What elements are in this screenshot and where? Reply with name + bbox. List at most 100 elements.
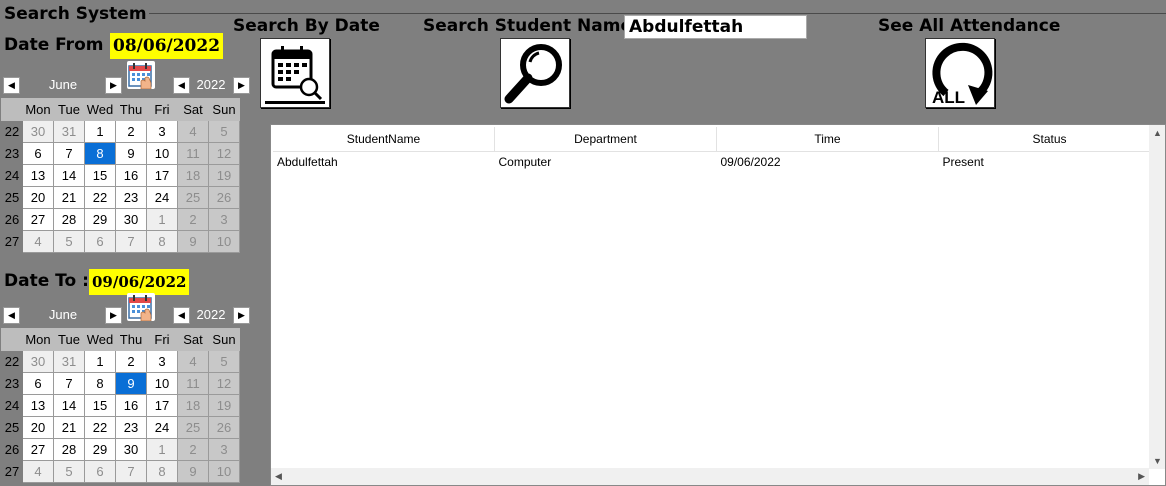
next-year-button[interactable]: ▶ [233, 307, 250, 324]
day-cell[interactable]: 20 [22, 186, 54, 209]
day-cell[interactable]: 7 [53, 142, 85, 165]
day-cell[interactable]: 8 [84, 372, 116, 395]
month-label[interactable]: June [23, 77, 103, 93]
day-cell[interactable]: 28 [53, 208, 85, 231]
next-year-button[interactable]: ▶ [233, 77, 250, 94]
next-month-button[interactable]: ▶ [105, 307, 122, 324]
column-header[interactable]: Status [938, 127, 1161, 152]
day-cell[interactable]: 4 [22, 230, 54, 253]
day-cell[interactable]: 14 [53, 164, 85, 187]
day-cell[interactable]: 10 [146, 372, 178, 395]
day-cell[interactable]: 23 [115, 416, 147, 439]
day-cell[interactable]: 27 [22, 438, 54, 461]
column-header[interactable]: Time [716, 127, 939, 152]
calendar-to[interactable]: ◀ June ▶ ◀ 2022 ▶ Mon Tue Wed Thu Fri Sat Sun 2… [1, 304, 250, 486]
day-cell[interactable]: 22 [84, 416, 116, 439]
day-cell[interactable]: 9 [177, 460, 209, 483]
day-cell[interactable]: 6 [22, 372, 54, 395]
selected-day-cell[interactable]: 9 [115, 372, 147, 395]
day-cell[interactable]: 2 [177, 438, 209, 461]
day-cell[interactable]: 30 [22, 120, 54, 143]
attendance-grid[interactable]: StudentName Department Time Status Abdulfett… [270, 124, 1166, 486]
day-cell[interactable]: 3 [208, 438, 240, 461]
scroll-right-icon[interactable]: ▶ [1138, 471, 1145, 482]
next-month-button[interactable]: ▶ [105, 77, 122, 94]
day-cell[interactable]: 11 [177, 142, 209, 165]
selected-day-cell[interactable]: 8 [84, 142, 116, 165]
day-cell[interactable]: 1 [146, 208, 178, 231]
day-cell[interactable]: 17 [146, 394, 178, 417]
calendar-to-icon[interactable] [127, 293, 155, 322]
day-cell[interactable]: 6 [22, 142, 54, 165]
day-cell[interactable]: 1 [146, 438, 178, 461]
day-cell[interactable]: 29 [84, 208, 116, 231]
day-cell[interactable]: 4 [177, 120, 209, 143]
day-cell[interactable]: 24 [146, 416, 178, 439]
day-cell[interactable]: 7 [53, 372, 85, 395]
day-cell[interactable]: 25 [177, 416, 209, 439]
day-cell[interactable]: 31 [53, 350, 85, 373]
day-cell[interactable]: 5 [208, 120, 240, 143]
day-cell[interactable]: 2 [115, 350, 147, 373]
day-cell[interactable]: 21 [53, 186, 85, 209]
day-cell[interactable]: 13 [22, 164, 54, 187]
day-cell[interactable]: 3 [146, 120, 178, 143]
day-cell[interactable]: 30 [115, 208, 147, 231]
day-cell[interactable]: 11 [177, 372, 209, 395]
day-cell[interactable]: 4 [22, 460, 54, 483]
day-cell[interactable]: 10 [208, 460, 240, 483]
day-cell[interactable]: 24 [146, 186, 178, 209]
day-cell[interactable]: 1 [84, 120, 116, 143]
day-cell[interactable]: 14 [53, 394, 85, 417]
day-cell[interactable]: 21 [53, 416, 85, 439]
day-cell[interactable]: 10 [208, 230, 240, 253]
day-cell[interactable]: 8 [146, 230, 178, 253]
day-cell[interactable]: 12 [208, 142, 240, 165]
day-cell[interactable]: 28 [53, 438, 85, 461]
day-cell[interactable]: 5 [53, 230, 85, 253]
calendar-from-icon[interactable] [127, 61, 155, 90]
calendar-from[interactable]: ◀ June ▶ ◀ 2022 ▶ Mon Tue Wed Thu Fri Sat Sun 2… [1, 74, 250, 258]
column-header[interactable]: StudentName [273, 127, 495, 152]
day-cell[interactable]: 1 [84, 350, 116, 373]
search-by-date-button[interactable] [260, 38, 330, 108]
day-cell[interactable]: 9 [177, 230, 209, 253]
day-cell[interactable]: 29 [84, 438, 116, 461]
day-cell[interactable]: 7 [115, 460, 147, 483]
day-cell[interactable]: 26 [208, 416, 240, 439]
day-cell[interactable]: 17 [146, 164, 178, 187]
day-cell[interactable]: 27 [22, 208, 54, 231]
month-label[interactable]: June [23, 307, 103, 323]
scroll-left-icon[interactable]: ◀ [275, 471, 282, 482]
day-cell[interactable]: 25 [177, 186, 209, 209]
day-cell[interactable]: 18 [177, 394, 209, 417]
day-cell[interactable]: 5 [53, 460, 85, 483]
column-header[interactable]: Department [494, 127, 717, 152]
day-cell[interactable]: 15 [84, 394, 116, 417]
day-cell[interactable]: 22 [84, 186, 116, 209]
day-cell[interactable]: 23 [115, 186, 147, 209]
vertical-scrollbar[interactable]: ▲ ▼ [1149, 125, 1165, 469]
day-cell[interactable]: 10 [146, 142, 178, 165]
day-cell[interactable]: 7 [115, 230, 147, 253]
horizontal-scrollbar[interactable]: ◀ ▶ [271, 468, 1149, 485]
day-cell[interactable]: 15 [84, 164, 116, 187]
day-cell[interactable]: 19 [208, 164, 240, 187]
day-cell[interactable]: 31 [53, 120, 85, 143]
year-label[interactable]: 2022 [189, 77, 233, 93]
day-cell[interactable]: 2 [177, 208, 209, 231]
search-name-button[interactable] [500, 38, 570, 108]
table-row[interactable]: Abdulfettah Computer 09/06/2022 Present [273, 152, 1161, 173]
day-cell[interactable]: 12 [208, 372, 240, 395]
day-cell[interactable]: 19 [208, 394, 240, 417]
day-cell[interactable]: 30 [115, 438, 147, 461]
year-label[interactable]: 2022 [189, 307, 233, 323]
day-cell[interactable]: 5 [208, 350, 240, 373]
day-cell[interactable]: 9 [115, 142, 147, 165]
day-cell[interactable]: 8 [146, 460, 178, 483]
day-cell[interactable]: 6 [84, 460, 116, 483]
prev-year-button[interactable]: ◀ [173, 77, 190, 94]
day-cell[interactable]: 13 [22, 394, 54, 417]
scroll-down-icon[interactable]: ▼ [1153, 456, 1162, 466]
day-cell[interactable]: 20 [22, 416, 54, 439]
